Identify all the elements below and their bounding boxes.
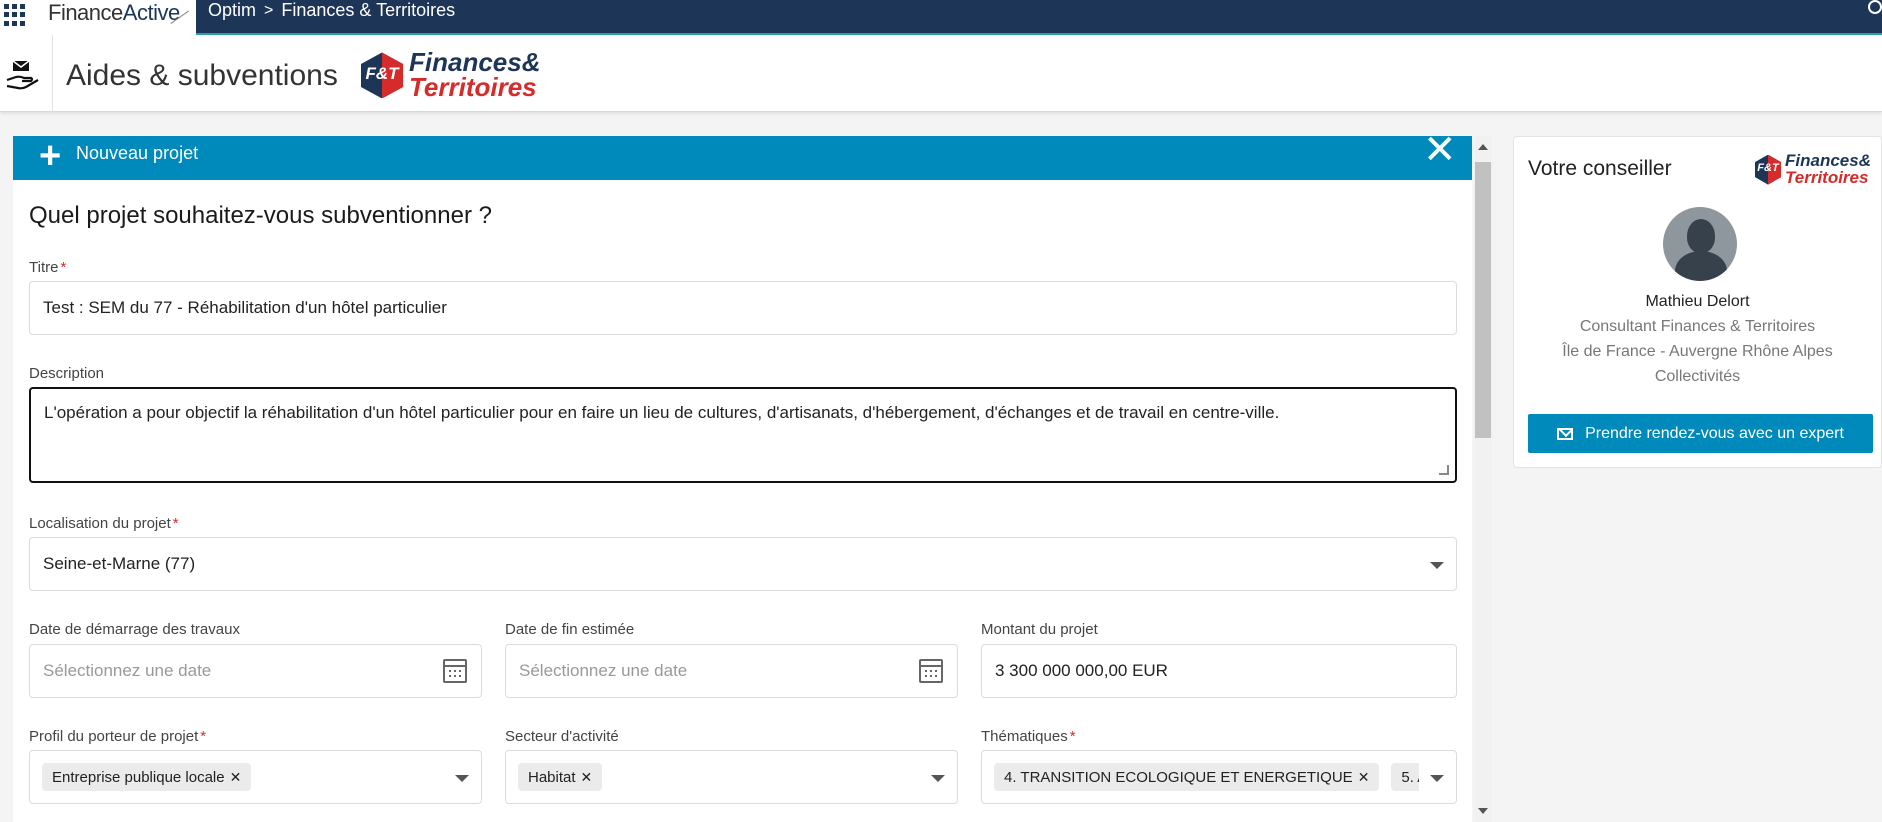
titre-input[interactable]: Test : SEM du 77 - Réhabilitation d'un h…	[29, 281, 1457, 335]
chip-remove-icon[interactable]: ✕	[1358, 769, 1370, 786]
localisation-value: Seine-et-Marne (77)	[43, 554, 196, 573]
date-start-placeholder: Sélectionnez une date	[43, 661, 212, 680]
page-title: Aides & subventions	[66, 59, 338, 92]
app-header: Aides & subventions F&T Finances& Territ…	[0, 35, 1882, 112]
advisor-title: Votre conseiller	[1528, 157, 1672, 180]
description-label: Description	[29, 365, 105, 382]
finances-territoires-logo-small: F&T Finances& Territoires	[1755, 152, 1871, 187]
date-start-input[interactable]: Sélectionnez une date	[29, 644, 482, 698]
breadcrumb-finances-territoires[interactable]: Finances & Territoires	[281, 0, 455, 21]
form-bar-title: Nouveau projet	[76, 143, 199, 163]
date-end-label: Date de fin estimée	[505, 621, 635, 638]
secteur-multiselect[interactable]: Habitat ✕	[505, 750, 958, 804]
resize-handle-icon[interactable]	[1439, 465, 1449, 475]
thematiques-chip-list: 4. TRANSITION ECOLOGIQUE ET ENERGETIQUE ✕…	[994, 763, 1419, 791]
advisor-panel: Votre conseiller F&T Finances& Territoir…	[1513, 136, 1882, 468]
book-expert-button[interactable]: Prendre rendez-vous avec un expert	[1528, 414, 1873, 453]
form-title-bar: + Nouveau projet ✕	[13, 136, 1472, 180]
montant-value: 3 300 000 000,00 EUR	[995, 661, 1168, 680]
description-textarea[interactable]: L'opération a pour objectif la réhabilit…	[29, 387, 1457, 483]
advisor-name: Mathieu Delort	[1645, 293, 1750, 310]
localisation-select[interactable]: Seine-et-Marne (77)	[29, 537, 1457, 591]
ft-hex-icon: F&T	[1755, 154, 1781, 185]
plus-icon: +	[39, 136, 62, 177]
secteur-label: Secteur d'activité	[505, 728, 619, 745]
ft-hex-icon: F&T	[361, 52, 403, 99]
chevron-down-icon[interactable]	[1430, 562, 1444, 569]
logo-word-territoires: Territoires	[409, 72, 537, 103]
chip-habitat: Habitat ✕	[518, 763, 603, 791]
close-icon[interactable]: ✕	[1423, 136, 1457, 170]
brand-area: FinanceActive	[0, 0, 196, 35]
header-divider	[52, 35, 53, 112]
calendar-icon[interactable]	[919, 659, 943, 683]
user-menu-icon[interactable]	[1868, 0, 1882, 14]
advisor-region: Île de France - Auvergne Rhône Alpes	[1562, 343, 1833, 360]
chevron-right-icon: >	[264, 1, 274, 19]
chip-transition-ecologique: 4. TRANSITION ECOLOGIQUE ET ENERGETIQUE ✕	[994, 763, 1380, 791]
chevron-down-icon[interactable]	[1430, 775, 1444, 782]
localisation-label: Localisation du projet *	[29, 515, 179, 532]
thematiques-multiselect[interactable]: 4. TRANSITION ECOLOGIQUE ET ENERGETIQUE ✕…	[981, 750, 1457, 804]
breadcrumb-optim[interactable]: Optim	[208, 0, 256, 21]
description-value: L'opération a pour objectif la réhabilit…	[44, 403, 1280, 422]
chevron-down-icon[interactable]	[931, 775, 945, 782]
titre-label: Titre *	[29, 259, 67, 276]
advisor-role: Consultant Finances & Territoires	[1579, 318, 1816, 335]
logo-word-territoires: Territoires	[1785, 167, 1869, 187]
montant-label: Montant du projet	[981, 621, 1098, 638]
chip-entreprise-publique-locale: Entreprise publique locale ✕	[42, 763, 252, 791]
chip-amenagement: 5. AMENAGEMENT	[1391, 763, 1419, 791]
apps-grid-icon[interactable]	[4, 4, 26, 26]
top-navigation-bar: FinanceActive Optim > Finances & Territo…	[0, 0, 1882, 35]
scrollbar-thumb[interactable]	[1475, 162, 1491, 438]
date-start-label: Date de démarrage des travaux	[29, 621, 240, 638]
calendar-icon[interactable]	[443, 659, 467, 683]
envelope-icon	[1557, 427, 1574, 440]
breadcrumb: Optim > Finances & Territoires	[208, 0, 455, 21]
scroll-down-icon[interactable]	[1478, 808, 1488, 814]
chip-remove-icon[interactable]: ✕	[581, 769, 593, 786]
montant-input[interactable]: 3 300 000 000,00 EUR	[981, 644, 1457, 698]
date-end-input[interactable]: Sélectionnez une date	[505, 644, 958, 698]
profil-label: Profil du porteur de projet *	[29, 728, 207, 745]
avatar	[1663, 207, 1737, 281]
advisor-segment: Collectivités	[1654, 368, 1741, 385]
titre-value: Test : SEM du 77 - Réhabilitation d'un h…	[43, 298, 447, 317]
scroll-up-icon[interactable]	[1478, 144, 1488, 150]
finances-territoires-logo: F&T Finances& Territoires	[361, 49, 541, 103]
hand-money-icon	[6, 60, 39, 90]
project-form-card: + Nouveau projet ✕ Quel projet souhaitez…	[13, 136, 1472, 822]
profil-multiselect[interactable]: Entreprise publique locale ✕	[29, 750, 482, 804]
form-heading: Quel projet souhaitez-vous subventionner…	[29, 202, 492, 229]
chevron-down-icon[interactable]	[455, 775, 469, 782]
form-scrollbar[interactable]	[1474, 136, 1492, 822]
date-end-placeholder: Sélectionnez une date	[519, 661, 688, 680]
thematiques-label: Thématiques *	[981, 728, 1076, 745]
chip-remove-icon[interactable]: ✕	[230, 769, 242, 786]
